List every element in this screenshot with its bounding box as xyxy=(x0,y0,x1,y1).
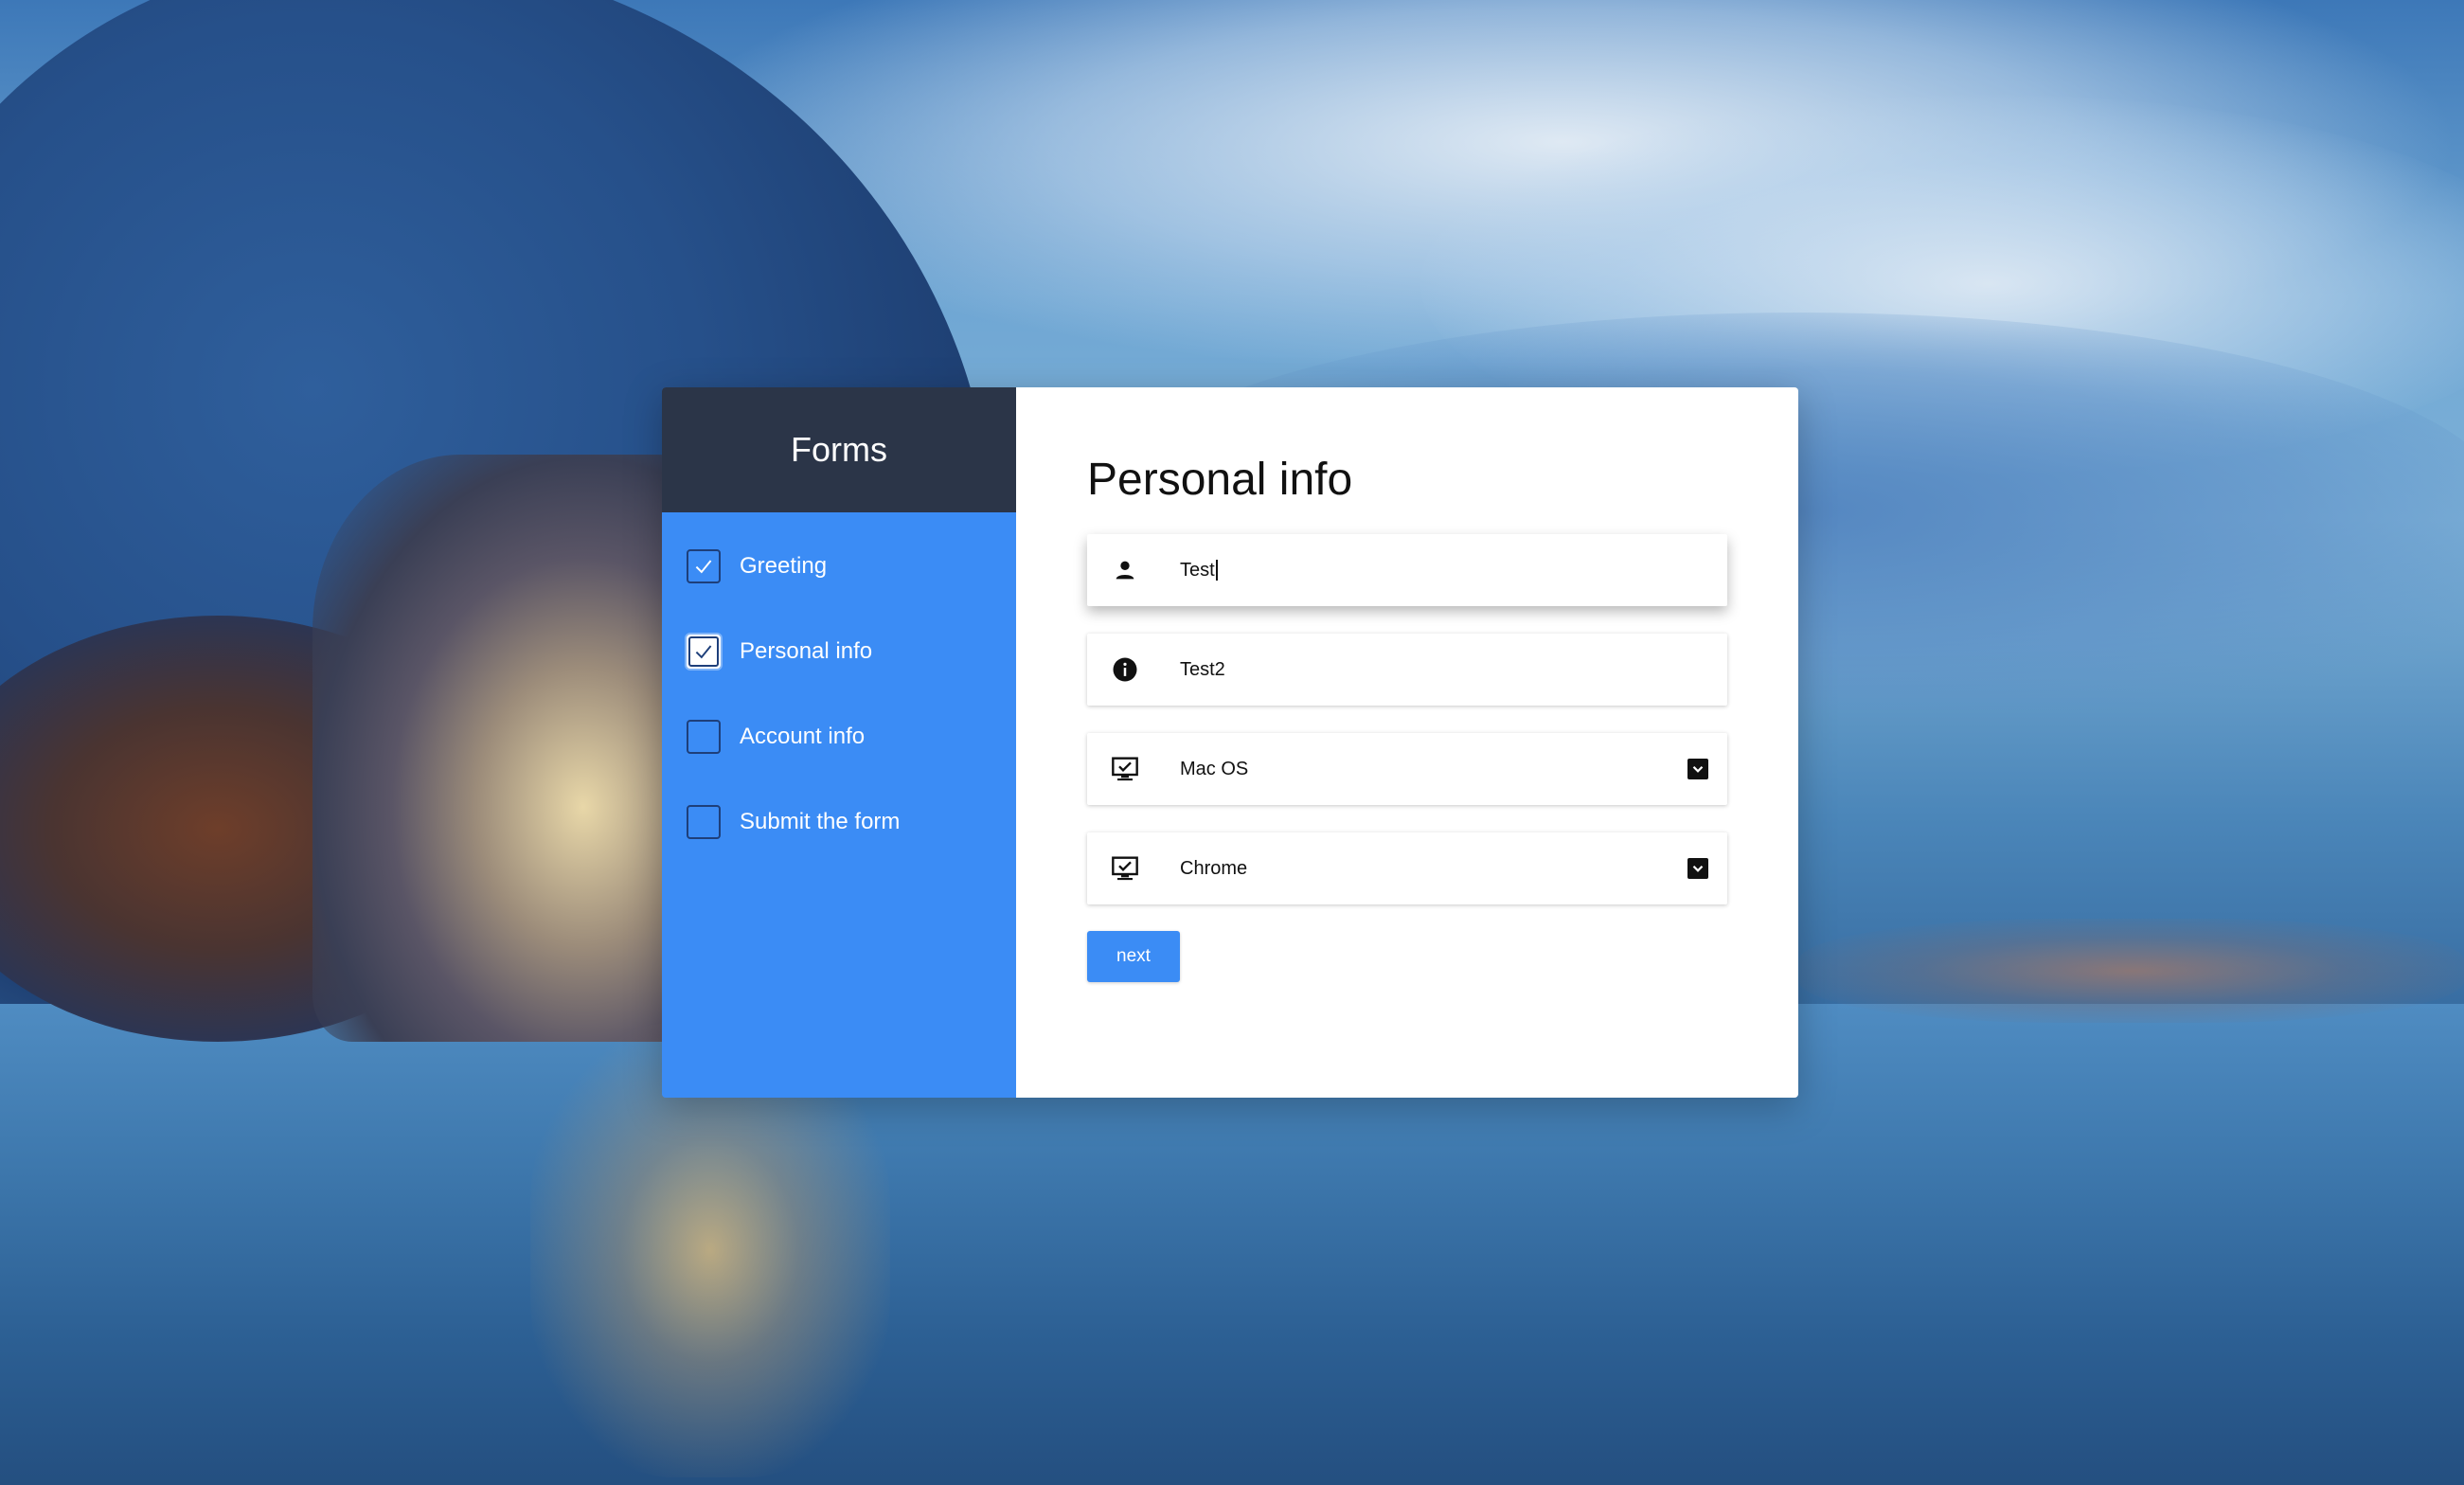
checkbox-empty-icon[interactable] xyxy=(687,720,721,754)
info-value: Test2 xyxy=(1180,658,1225,680)
step-label: Account info xyxy=(740,724,866,749)
monitor-check-icon xyxy=(1110,853,1140,884)
checkbox-empty-icon[interactable] xyxy=(687,805,721,839)
next-button[interactable]: next xyxy=(1087,931,1180,982)
main-panel: Personal info Test Test2 Mac OS Chrome n… xyxy=(1016,387,1798,1098)
name-input[interactable]: Test xyxy=(1087,534,1727,606)
info-icon xyxy=(1110,654,1140,685)
step-label: Greeting xyxy=(740,553,828,579)
browser-value: Chrome xyxy=(1180,857,1248,879)
form-card: Forms Greeting Personal info Account inf xyxy=(662,387,1798,1098)
text-cursor xyxy=(1215,560,1218,581)
step-label: Personal info xyxy=(740,638,873,664)
person-icon xyxy=(1110,555,1140,585)
browser-select[interactable]: Chrome xyxy=(1087,832,1727,904)
checkbox-checked-icon[interactable] xyxy=(687,549,721,583)
checkmark-icon xyxy=(695,645,712,659)
step-account-info[interactable]: Account info xyxy=(662,694,1016,779)
step-label: Submit the form xyxy=(740,809,901,834)
chevron-down-icon[interactable] xyxy=(1687,858,1708,879)
monitor-check-icon xyxy=(1110,754,1140,784)
sidebar-header: Forms xyxy=(662,387,1016,512)
chevron-down-icon[interactable] xyxy=(1687,759,1708,779)
step-greeting[interactable]: Greeting xyxy=(662,524,1016,609)
name-value: Test xyxy=(1180,559,1215,581)
page-title: Personal info xyxy=(1087,455,1353,505)
step-submit-form[interactable]: Submit the form xyxy=(662,779,1016,865)
os-value: Mac OS xyxy=(1180,758,1249,779)
sidebar: Forms Greeting Personal info Account inf xyxy=(662,387,1016,1098)
checkmark-icon xyxy=(695,560,712,574)
sidebar-title: Forms xyxy=(791,430,887,469)
os-select[interactable]: Mac OS xyxy=(1087,733,1727,805)
checkbox-checked-active-icon[interactable] xyxy=(687,635,721,669)
step-list: Greeting Personal info Account info Subm… xyxy=(662,512,1016,865)
info-input[interactable]: Test2 xyxy=(1087,634,1727,706)
step-personal-info[interactable]: Personal info xyxy=(662,609,1016,694)
